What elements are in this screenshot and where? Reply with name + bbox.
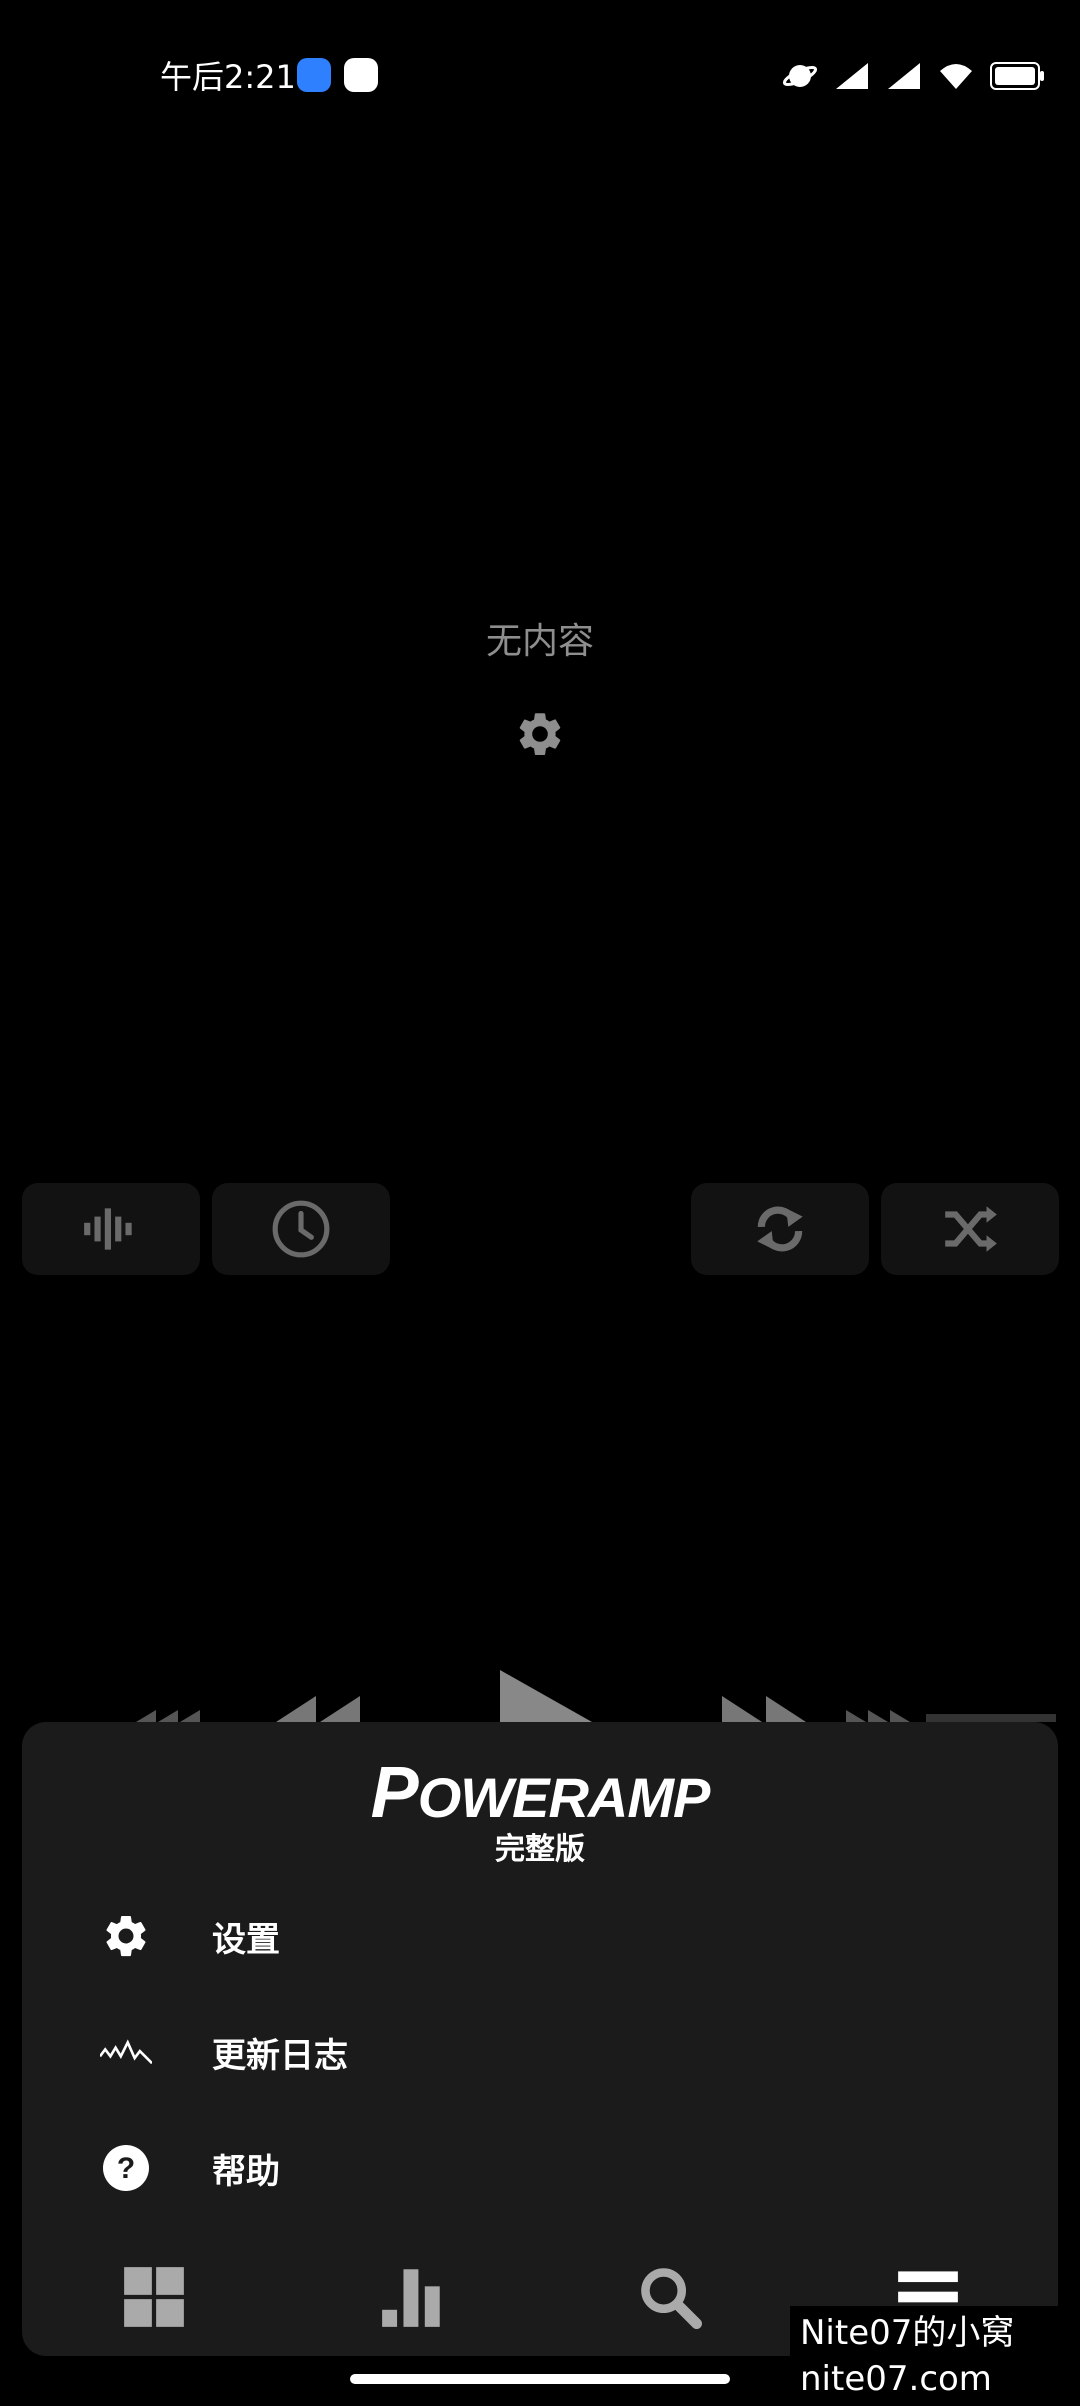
svg-text:?: ?	[117, 2152, 135, 2185]
shuffle-button[interactable]	[881, 1183, 1059, 1275]
nav-library-button[interactable]	[109, 2252, 199, 2342]
repeat-button[interactable]	[691, 1183, 869, 1275]
menu-sheet: POWERAMP 完整版 设置 更新日志 ? 帮助	[22, 1722, 1058, 2356]
status-bar: 午后2:21	[0, 0, 1080, 150]
equalizer-icon	[84, 1208, 132, 1250]
transport-controls	[0, 1660, 1080, 1722]
help-icon: ?	[100, 2142, 152, 2194]
gear-icon[interactable]	[514, 708, 566, 760]
edition-label: 完整版	[495, 1832, 585, 1867]
menu-item-changelog[interactable]: 更新日志	[22, 2002, 1058, 2102]
clock-icon	[272, 1200, 330, 1258]
previous-folder-icon[interactable]	[136, 1710, 200, 1722]
planet-icon	[782, 65, 818, 87]
repeat-icon	[757, 1206, 803, 1252]
menu-item-label: 帮助	[212, 2151, 280, 2192]
next-folder-icon[interactable]	[846, 1710, 1056, 1722]
waveform-icon	[100, 2026, 152, 2078]
grid-icon	[124, 2267, 184, 2327]
shuffle-icon	[945, 1206, 997, 1252]
visualizer-button[interactable]	[22, 1183, 200, 1275]
watermark-line1: Nite07的小窝	[800, 2313, 1015, 2353]
watermark: Nite07的小窝 nite07.com	[790, 2306, 1080, 2406]
nav-search-button[interactable]	[625, 2252, 715, 2342]
watermark-line2: nite07.com	[800, 2359, 992, 2399]
menu-item-label: 设置	[212, 1919, 280, 1960]
home-indicator[interactable]	[350, 2374, 730, 2384]
nav-equalizer-button[interactable]	[367, 2252, 457, 2342]
next-track-icon[interactable]	[722, 1696, 808, 1722]
signal-icon	[836, 63, 868, 89]
play-icon[interactable]	[500, 1670, 592, 1722]
status-icons	[782, 56, 1044, 96]
sleep-timer-button[interactable]	[212, 1183, 390, 1275]
cat-app-icon	[344, 58, 378, 92]
signal-icon	[888, 63, 920, 89]
notification-app-icon	[297, 58, 331, 92]
battery-icon	[990, 62, 1044, 90]
bar-chart-icon	[382, 2269, 440, 2327]
wifi-icon	[940, 64, 972, 89]
empty-state-message: 无内容	[485, 621, 594, 662]
menu-item-settings[interactable]: 设置	[22, 1886, 1058, 1986]
status-time: 午后2:21	[160, 58, 296, 96]
search-icon	[641, 2268, 702, 2329]
menu-item-label: 更新日志	[212, 2035, 348, 2076]
gear-icon	[100, 1910, 152, 1962]
previous-track-icon[interactable]	[276, 1696, 362, 1722]
menu-item-help[interactable]: ? 帮助	[22, 2118, 1058, 2218]
poweramp-logo: POWERAMP	[370, 1753, 711, 1833]
